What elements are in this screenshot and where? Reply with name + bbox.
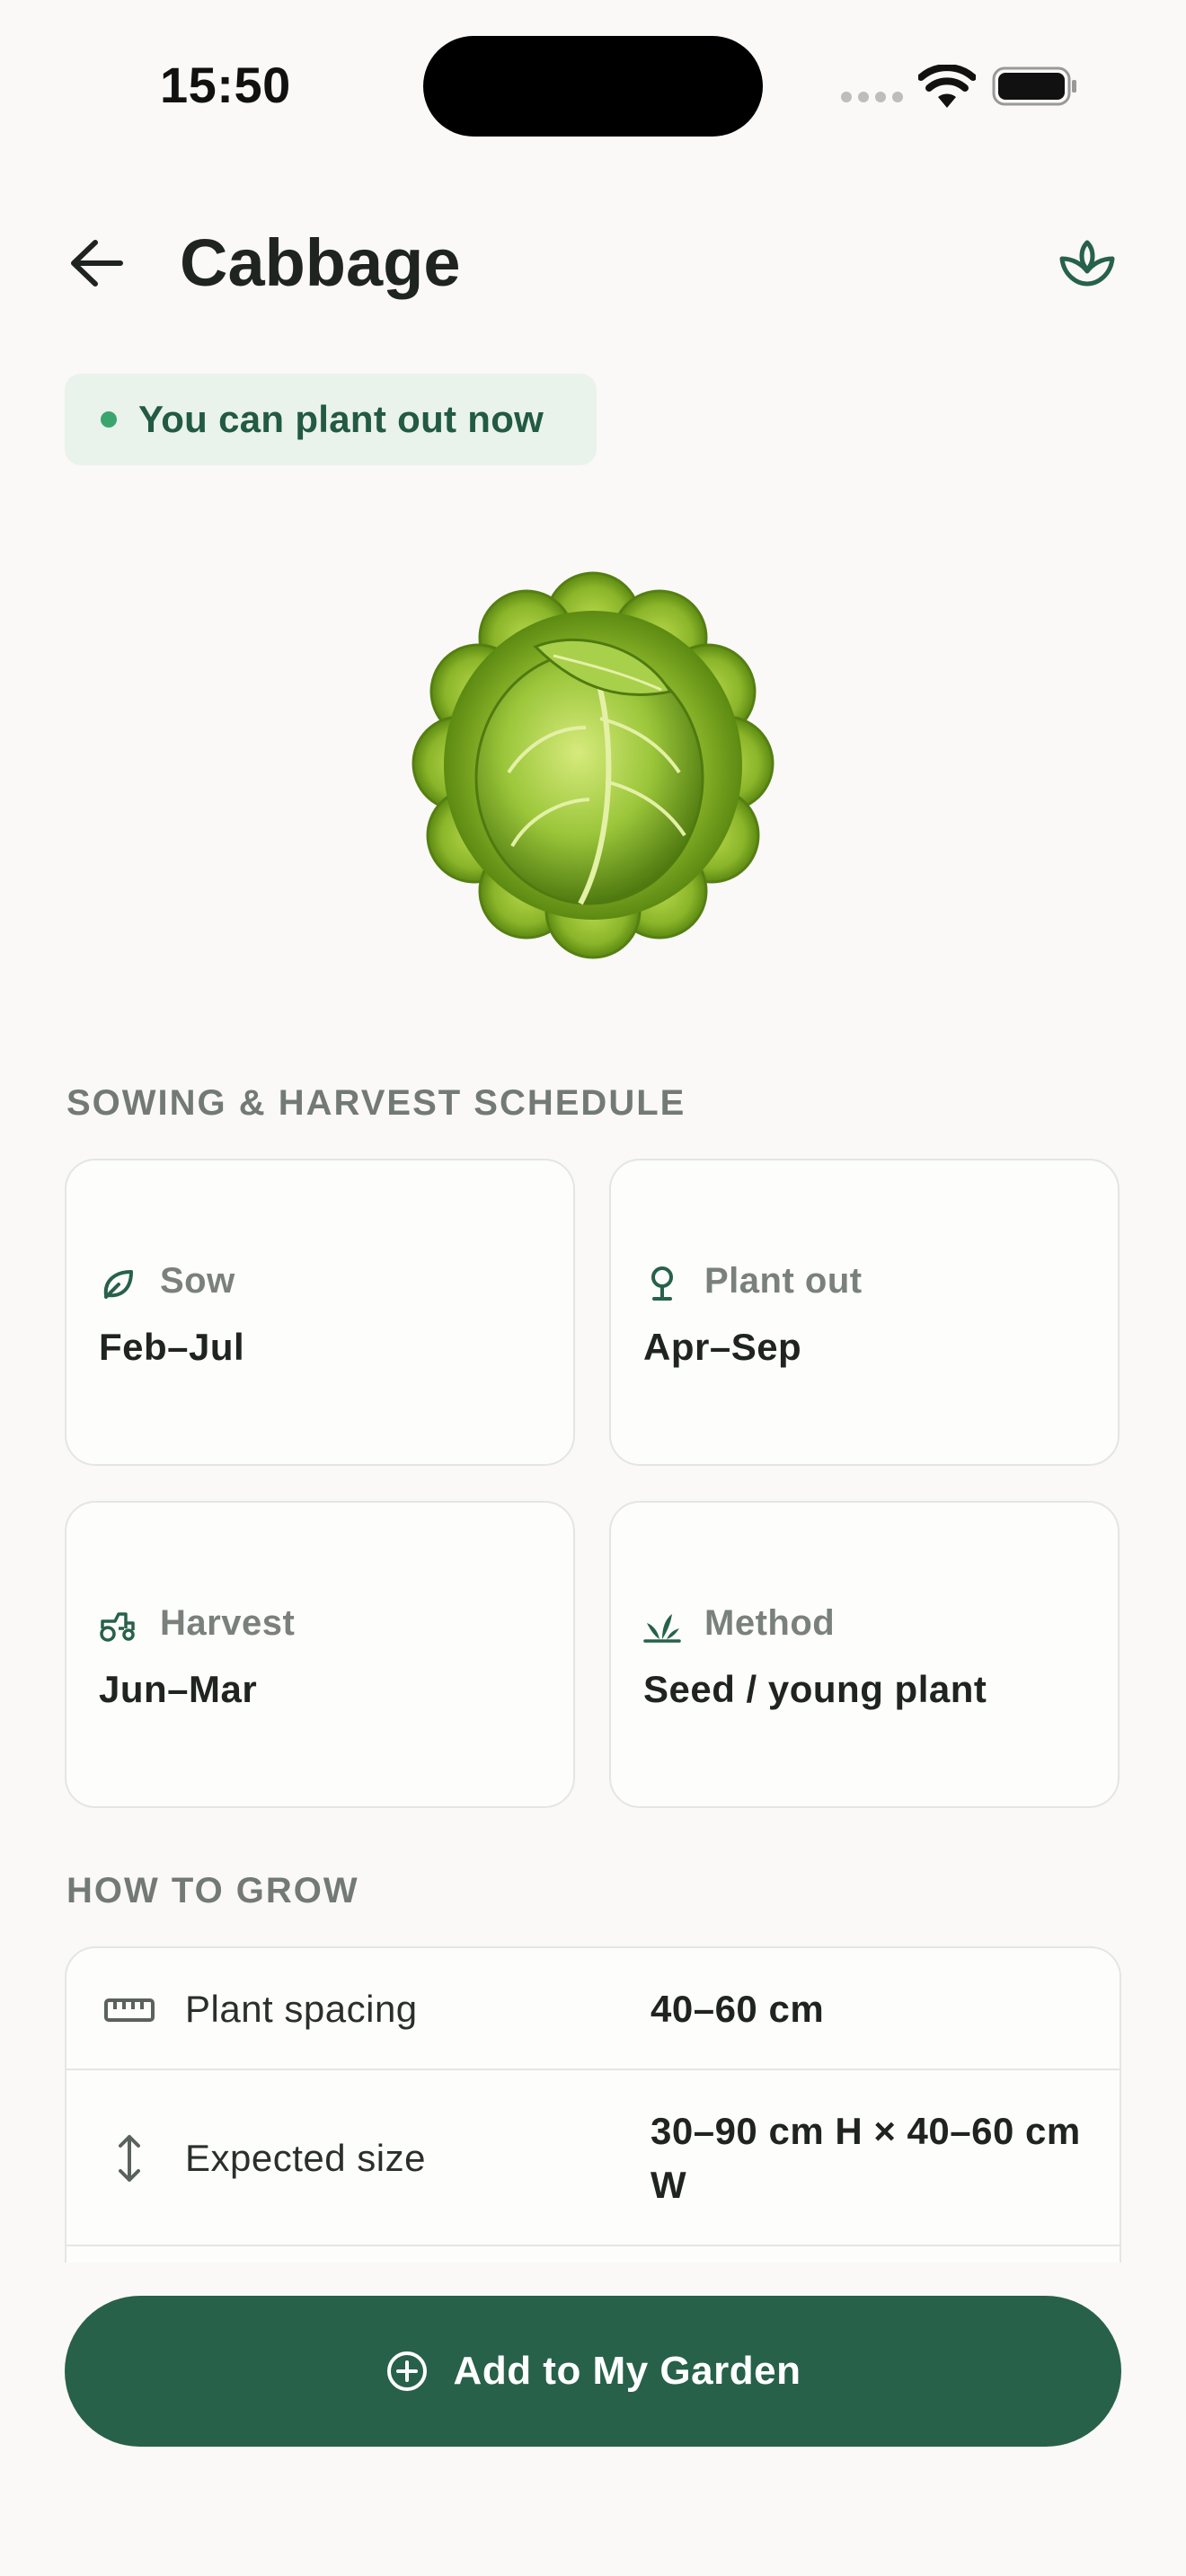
add-to-garden-button[interactable]: Add to My Garden	[65, 2296, 1121, 2447]
card-value: Jun–Mar	[99, 1668, 258, 1710]
grow-row-value: 30–90 cm H × 40–60 cm W	[651, 2110, 1081, 2206]
schedule-card-harvest: Harvest Jun–Mar	[65, 1501, 575, 1808]
leaf-icon	[103, 1270, 133, 1299]
card-label: Plant out	[704, 1261, 863, 1301]
status-badge: You can plant out now	[65, 374, 597, 465]
seedling-icon	[651, 1266, 673, 1301]
vertical-arrows-icon	[119, 2135, 140, 2182]
grow-row-value: 40–60 cm	[651, 1988, 825, 2030]
page-title: Cabbage	[180, 225, 461, 300]
grow-row-expected-size: Expected size 30–90 cm H × 40–60 cm W	[66, 2070, 1120, 2246]
card-label: Method	[704, 1603, 836, 1643]
card-value: Seed / young plant	[643, 1668, 987, 1710]
card-label: Sow	[160, 1261, 235, 1301]
ruler-icon	[104, 1998, 155, 2022]
grow-section-title: HOW TO GROW	[66, 1871, 359, 1910]
tractor-icon	[100, 1612, 135, 1642]
schedule-section-title: SOWING & HARVEST SCHEDULE	[66, 1083, 686, 1123]
back-arrow-icon[interactable]	[66, 235, 128, 291]
battery-icon	[992, 66, 1076, 106]
schedule-card-sow: Sow Feb–Jul	[65, 1159, 575, 1466]
card-value: Feb–Jul	[99, 1326, 245, 1368]
status-dot	[101, 411, 117, 428]
sprout-icon	[643, 1614, 681, 1643]
grow-row-label: Expected size	[185, 2137, 426, 2179]
grow-details-list: Plant spacing 40–60 cm Expected size 30–…	[65, 1946, 1121, 2263]
schedule-card-plant-out: Plant out Apr–Sep	[609, 1159, 1120, 1466]
status-time: 15:50	[160, 57, 291, 113]
cellular-signal-icon	[841, 92, 903, 102]
grow-row-label: Plant spacing	[185, 1988, 418, 2030]
add-to-garden-label: Add to My Garden	[453, 2349, 801, 2393]
card-label: Harvest	[160, 1603, 296, 1643]
schedule-card-method: Method Seed / young plant	[609, 1501, 1120, 1808]
plus-circle-icon	[386, 2351, 427, 2391]
cabbage-image	[412, 571, 774, 959]
dynamic-island	[423, 36, 763, 137]
grow-row-plant-spacing: Plant spacing 40–60 cm	[66, 1948, 1120, 2070]
plant-sprout-icon[interactable]	[1057, 232, 1118, 293]
status-badge-text: You can plant out now	[138, 398, 544, 440]
wifi-icon	[918, 65, 976, 108]
card-value: Apr–Sep	[643, 1326, 802, 1368]
